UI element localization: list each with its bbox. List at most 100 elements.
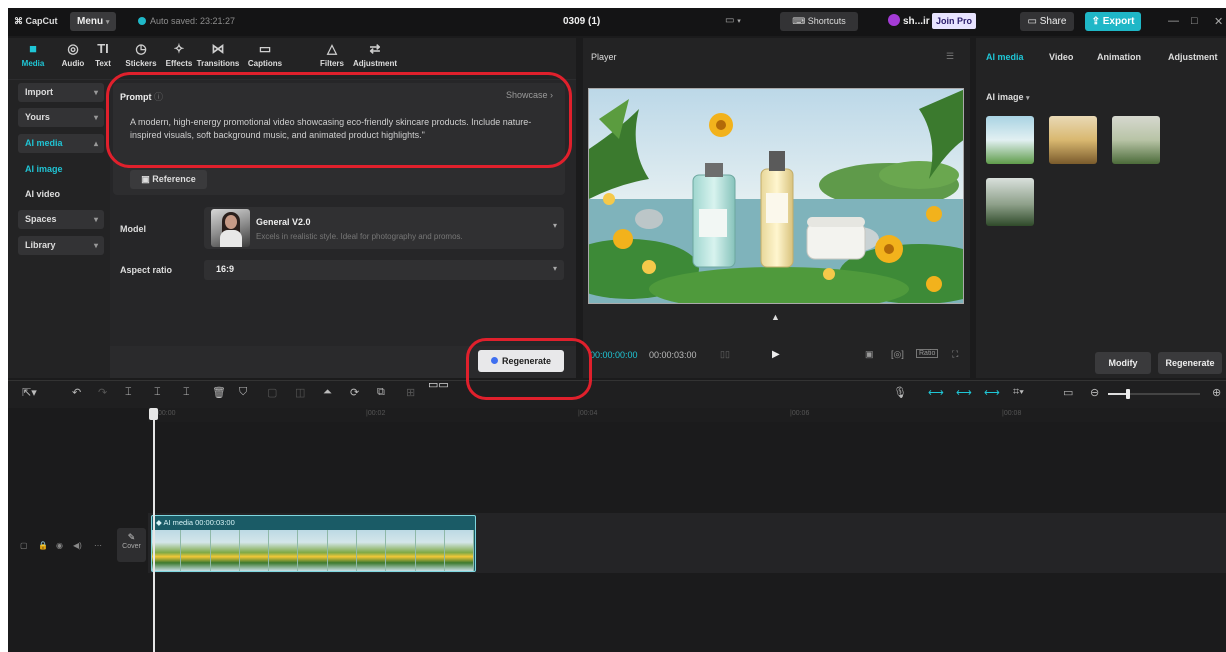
model-select[interactable] [204,207,564,249]
reference-button[interactable]: ▣ Reference [130,170,207,189]
capcut-logo-icon: ⌘ [14,16,23,26]
tool-filters[interactable]: △ Filters [314,41,350,68]
sidebar-item-import[interactable]: Import ▾ [18,83,104,102]
total-time: 00:00:03:00 [649,350,697,360]
sidebar-item-ai-video[interactable]: AI video [18,185,104,204]
captions-icon: ▭ [258,41,272,56]
tool-captions[interactable]: ▭ Captions [242,41,288,68]
sidebar-item-ai-media[interactable]: AI media ▴ [18,134,104,153]
tab-video[interactable]: Video [1049,52,1073,62]
shield-icon[interactable]: ⛉ [239,386,247,399]
sidebar-item-spaces[interactable]: Spaces ▾ [18,210,104,229]
zoom-slider[interactable] [1108,389,1200,399]
select-tool-icon[interactable]: ⇱▾ [22,386,37,399]
magnet-icon[interactable]: ⟷ [928,386,944,399]
right-regenerate-button[interactable]: Regenerate [1158,352,1222,374]
zoom-out-icon[interactable]: ⊖ [1090,386,1099,399]
tab-ai-media[interactable]: AI media [986,52,1024,62]
clip-frame [269,530,299,571]
resize-icon[interactable]: ⊞ [406,386,415,399]
reverse-icon[interactable]: ◫ [295,386,305,399]
split-left-icon[interactable]: ⌶ [154,386,161,399]
split-screen-icon[interactable]: ⌗▾ [1013,386,1024,399]
tool-label: Filters [319,59,344,68]
tool-stickers[interactable]: ◷ Stickers [120,41,162,68]
timeline-ruler[interactable] [148,408,1226,422]
join-pro-button[interactable]: Join Pro [932,13,977,29]
minimize-icon[interactable]: — [1168,15,1179,27]
ai-image-thumbnail[interactable] [986,116,1034,164]
cover-label: Cover [122,543,141,550]
clip-frame [327,530,358,571]
zoom-in-icon[interactable]: ⊕ [1212,386,1221,399]
tool-transitions[interactable]: ⋈ Transitions [192,41,244,68]
playhead-handle[interactable] [149,408,158,420]
undo-icon[interactable]: ↶ [72,386,81,399]
chevron-up-icon[interactable]: ▲ [771,312,780,322]
ruler-tick: |00:02 [366,410,386,417]
redo-icon[interactable]: ↷ [98,386,107,399]
mirror-icon[interactable]: ⏶ [323,386,332,399]
chevron-down-icon: ▾ [737,18,741,25]
fullscreen-icon[interactable]: ⛶ [952,349,958,360]
playhead[interactable] [153,408,155,652]
close-icon[interactable]: ✕ [1214,15,1223,28]
sidebar-item-library[interactable]: Library ▾ [18,236,104,255]
zoom-slider-handle[interactable] [1126,389,1130,399]
prompt-highlight-ring [106,72,572,168]
preview-axis-icon[interactable]: ⟷ [984,386,1000,399]
split-right-icon[interactable]: ⌶ [183,386,190,399]
chevron-down-icon: ▾ [93,113,98,122]
split-icon[interactable]: ⌶ [125,386,132,399]
chevron-down-icon: ▾ [93,215,98,224]
tab-animation[interactable]: Animation [1097,52,1141,62]
rotate-icon[interactable]: ⟳ [350,386,359,399]
modify-button[interactable]: Modify [1095,352,1151,374]
layout-switch-button[interactable]: ▭ ▾ [725,15,741,26]
sidebar-item-ai-image[interactable]: AI image [18,160,104,179]
track-toggle-icon[interactable]: ▢ [20,541,28,550]
ai-image-thumbnail[interactable] [1049,116,1097,164]
share-button[interactable]: ▭ Share [1020,12,1074,31]
menu-icon[interactable]: ☰ [946,51,954,62]
cover-button[interactable]: ✎ Cover [117,528,146,562]
clip-label-text: AI media 00:00:03:00 [163,518,235,527]
tab-adjustment[interactable]: Adjustment [1168,52,1218,62]
video-preview[interactable] [588,88,964,304]
tool-text[interactable]: TI Text [88,41,118,68]
auto-reframe-icon[interactable]: ▭▭ [428,378,449,391]
link-icon[interactable]: ⟷ [956,386,972,399]
timecode-toggle-icon[interactable]: ▯▯ [720,349,730,360]
ai-image-thumbnail[interactable] [1112,116,1160,164]
maximize-icon[interactable]: □ [1191,15,1198,27]
user-account[interactable]: sh...ir [888,14,930,27]
timeline-clip[interactable]: ◆ AI media 00:00:03:00 [151,515,476,572]
more-icon[interactable]: ⋯ [94,541,102,550]
tool-media[interactable]: ■ Media [14,41,52,68]
sidebar-item-yours[interactable]: Yours ▾ [18,108,104,127]
subtitle-icon[interactable]: ▭ [1063,386,1073,399]
delete-icon[interactable]: 🗑 [212,386,226,399]
shortcuts-button[interactable]: ⌨ Shortcuts [780,12,858,31]
eye-icon[interactable]: ◉ [56,541,63,550]
export-button[interactable]: ⇪ Export [1085,12,1141,31]
fit-icon[interactable]: ▣ [865,349,874,360]
play-icon: ▶ [772,349,780,360]
zoom-icon[interactable]: [◎] [891,349,904,360]
crop-icon[interactable]: ⧉ [377,386,385,399]
microphone-icon[interactable]: 🎙 [893,386,907,399]
audio-icon[interactable]: ◀) [73,541,82,550]
freeze-icon[interactable]: ▢ [267,386,277,399]
ratio-button[interactable]: Ratio [916,349,939,358]
ai-image-thumbnail[interactable] [986,178,1034,226]
menu-button[interactable]: Menu ▾ [70,12,116,31]
capcut-window: ⌘ CapCut Menu ▾ Auto saved: 23:21:27 030… [8,8,1226,652]
section-label-text: AI image [986,92,1024,102]
tool-audio[interactable]: ◎ Audio [54,41,92,68]
tool-adjustment[interactable]: ⇄ Adjustment [348,41,402,68]
tool-label: Effects [165,59,193,68]
aspect-ratio-select[interactable] [204,260,564,280]
lock-icon[interactable]: 🔒 [38,541,48,550]
play-button[interactable]: ▶ [772,349,780,360]
app-name: CapCut [25,16,58,26]
